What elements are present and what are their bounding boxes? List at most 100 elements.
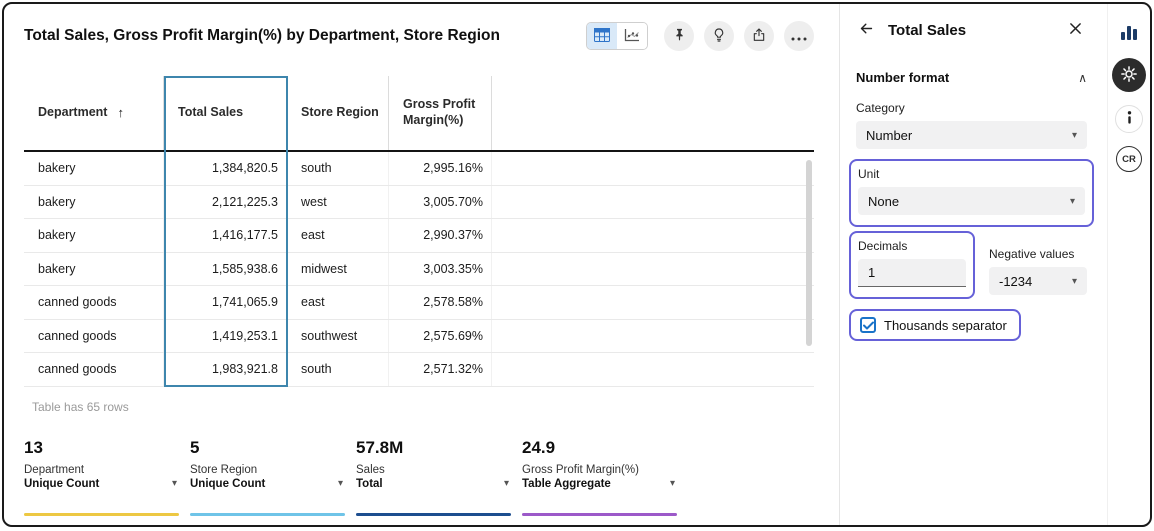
share-button[interactable] [744, 21, 774, 51]
cell-total-sales[interactable]: 1,585,938.6 [164, 253, 287, 286]
cell-store-region[interactable]: east [287, 286, 389, 319]
cell-department[interactable]: bakery [24, 219, 164, 252]
cell-total-sales[interactable]: 1,384,820.5 [164, 152, 287, 185]
cell-department[interactable]: bakery [24, 253, 164, 286]
card-value: 57.8M [356, 438, 511, 458]
summary-card-department[interactable]: 13 Department Unique Count ▾ [24, 438, 179, 516]
cell-store-region[interactable]: west [287, 186, 389, 219]
cell-store-region[interactable]: east [287, 219, 389, 252]
more-options-button[interactable] [784, 21, 814, 51]
cell-department[interactable]: canned goods [24, 353, 164, 386]
table-grid-icon [594, 28, 610, 45]
bar-chart-icon [1119, 22, 1139, 45]
cell-store-region[interactable]: midwest [287, 253, 389, 286]
cell-total-sales[interactable]: 1,419,253.1 [164, 320, 287, 353]
chart-view-button[interactable] [617, 23, 647, 49]
table-scrollbar[interactable] [806, 160, 812, 346]
column-header-empty [492, 76, 814, 150]
negative-values-value: -1234 [999, 274, 1032, 289]
cell-total-sales[interactable]: 1,983,921.8 [164, 353, 287, 386]
cell-gross-profit[interactable]: 3,005.70% [389, 186, 492, 219]
unit-select[interactable]: None ▾ [858, 187, 1085, 215]
summary-card-store-region[interactable]: 5 Store Region Unique Count ▾ [190, 438, 345, 516]
checkmark-icon [863, 321, 874, 330]
pin-button[interactable] [664, 21, 694, 51]
chevron-down-icon: ▾ [1072, 276, 1077, 287]
table-view-button[interactable] [587, 23, 617, 49]
cell-gross-profit[interactable]: 2,990.37% [389, 219, 492, 252]
back-button[interactable] [852, 16, 880, 44]
info-button[interactable] [1115, 105, 1143, 133]
cell-store-region[interactable]: south [287, 152, 389, 185]
chevron-down-icon[interactable]: ▾ [670, 478, 677, 489]
sort-asc-icon[interactable]: ↑ [117, 105, 124, 121]
cell-empty [492, 219, 814, 252]
cell-total-sales[interactable]: 1,416,177.5 [164, 219, 287, 252]
chevron-down-icon: ▾ [1070, 196, 1075, 207]
back-arrow-icon [858, 20, 875, 40]
thousands-highlight-box: Thousands separator [849, 309, 1021, 341]
main-header: Total Sales, Gross Profit Margin(%) by D… [4, 4, 839, 68]
cell-department[interactable]: canned goods [24, 286, 164, 319]
cell-department[interactable]: bakery [24, 186, 164, 219]
decimals-input[interactable] [858, 259, 966, 287]
summary-cards: 13 Department Unique Count ▾ 5 Store Reg… [24, 438, 839, 516]
section-title: Number format [856, 70, 949, 85]
card-label: Sales [356, 464, 511, 476]
info-icon [1127, 111, 1132, 127]
unit-label: Unit [858, 167, 1085, 181]
cell-gross-profit[interactable]: 2,575.69% [389, 320, 492, 353]
cell-gross-profit[interactable]: 2,995.16% [389, 152, 492, 185]
table-row: canned goods 1,419,253.1 southwest 2,575… [24, 320, 814, 354]
chevron-down-icon[interactable]: ▾ [504, 478, 511, 489]
summary-card-gross-profit[interactable]: 24.9 Gross Profit Margin(%) Table Aggreg… [522, 438, 677, 516]
cell-store-region[interactable]: south [287, 353, 389, 386]
table-row: bakery 1,585,938.6 midwest 3,003.35% [24, 253, 814, 287]
chevron-down-icon[interactable]: ▾ [172, 478, 179, 489]
column-header-total-sales[interactable]: Total Sales [164, 76, 287, 150]
category-label: Category [856, 101, 1087, 115]
elements-panel-button[interactable] [1119, 22, 1139, 45]
table-row: canned goods 1,983,921.8 south 2,571.32% [24, 353, 814, 387]
table-row: bakery 2,121,225.3 west 3,005.70% [24, 186, 814, 220]
cell-department[interactable]: canned goods [24, 320, 164, 353]
cell-gross-profit[interactable]: 2,578.58% [389, 286, 492, 319]
table-row: bakery 1,416,177.5 east 2,990.37% [24, 219, 814, 253]
column-label: Department [38, 105, 107, 121]
decimals-negative-row: Decimals Negative values -1234 ▾ [856, 227, 1087, 299]
cell-gross-profit[interactable]: 3,003.35% [389, 253, 492, 286]
card-accent-bar [190, 513, 345, 516]
lightbulb-icon [711, 27, 727, 46]
cell-total-sales[interactable]: 1,741,065.9 [164, 286, 287, 319]
settings-button[interactable] [1112, 58, 1146, 92]
negative-values-label: Negative values [989, 247, 1087, 261]
category-select[interactable]: Number ▾ [856, 121, 1087, 149]
card-label: Store Region [190, 464, 345, 476]
cell-department[interactable]: bakery [24, 152, 164, 185]
column-header-department[interactable]: Department ↑ [24, 76, 164, 150]
panel-title: Total Sales [888, 22, 966, 39]
summary-card-sales[interactable]: 57.8M Sales Total ▾ [356, 438, 511, 516]
card-value: 24.9 [522, 438, 677, 458]
number-format-section-header: Number format ∧ [856, 70, 1087, 85]
cell-gross-profit[interactable]: 2,571.32% [389, 353, 492, 386]
column-label: Store Region [301, 105, 379, 121]
thousands-checkbox[interactable] [860, 317, 876, 333]
collapse-section-icon[interactable]: ∧ [1078, 71, 1087, 85]
cell-empty [492, 320, 814, 353]
insights-button[interactable] [704, 21, 734, 51]
chevron-down-icon: ▾ [1072, 130, 1077, 141]
close-panel-button[interactable] [1061, 16, 1089, 44]
export-icon [751, 27, 767, 46]
cell-total-sales[interactable]: 2,121,225.3 [164, 186, 287, 219]
column-header-store-region[interactable]: Store Region [287, 76, 389, 150]
cell-store-region[interactable]: southwest [287, 320, 389, 353]
negative-values-select[interactable]: -1234 ▾ [989, 267, 1087, 295]
table-header-row: Department ↑ Total Sales Store Region Gr… [24, 76, 814, 152]
chevron-down-icon[interactable]: ▾ [338, 478, 345, 489]
format-panel: Total Sales Number format ∧ Category Num… [839, 4, 1107, 525]
card-label: Department [24, 464, 179, 476]
column-header-gross-profit[interactable]: Gross Profit Margin(%) [389, 76, 492, 150]
avatar[interactable]: CR [1116, 146, 1142, 172]
card-accent-bar [522, 513, 677, 516]
